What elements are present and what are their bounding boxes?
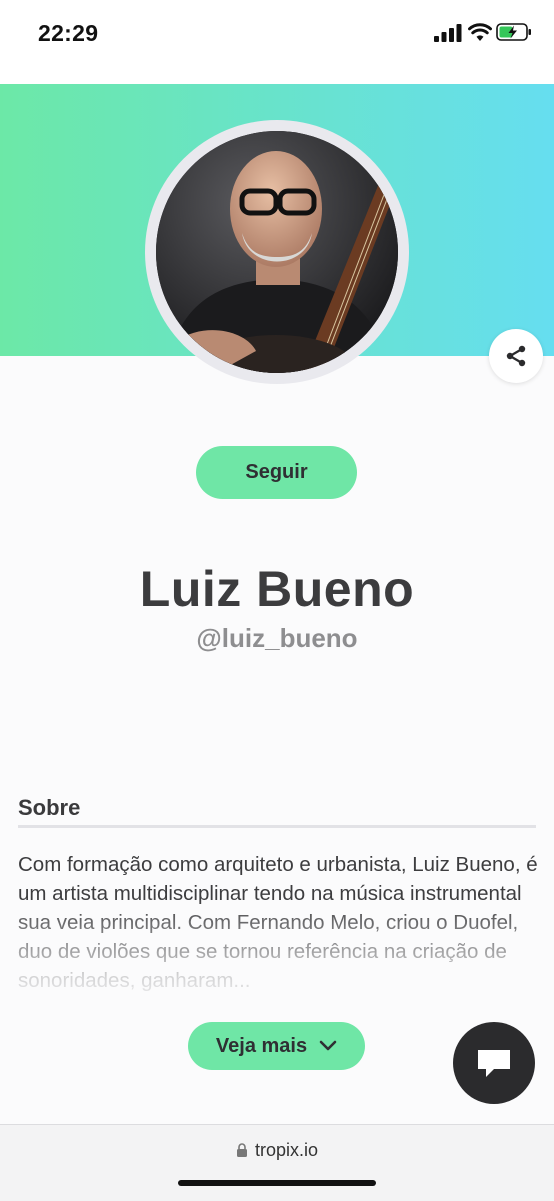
- section-divider: [18, 825, 536, 828]
- status-bar: 22:29: [0, 0, 554, 84]
- chat-button[interactable]: [453, 1022, 535, 1104]
- share-button[interactable]: [489, 329, 543, 383]
- see-more-label: Veja mais: [215, 1034, 308, 1057]
- avatar-photo: [156, 131, 398, 373]
- status-time: 22:29: [38, 20, 99, 46]
- browser-bottom-bar: [0, 1124, 554, 1201]
- url-text: tropix.io: [254, 1140, 319, 1160]
- chevron-down-icon: [319, 1040, 337, 1051]
- cellular-signal-icon: [434, 24, 462, 42]
- share-icon: [506, 345, 526, 367]
- about-title: Sobre: [18, 795, 81, 820]
- wifi-icon: [468, 23, 492, 41]
- profile-name: Luiz Bueno: [139, 561, 415, 617]
- home-indicator: [178, 1180, 376, 1186]
- follow-button[interactable]: Seguir: [196, 446, 357, 499]
- lock-icon: [236, 1143, 247, 1157]
- profile-handle: @luiz_bueno: [196, 623, 358, 653]
- about-text-container: Com formação como arquiteto e urbanista,…: [18, 850, 538, 1000]
- address-bar[interactable]: tropix.io: [0, 1140, 554, 1161]
- avatar-frame: [145, 120, 409, 384]
- about-text: Com formação como arquiteto e urbanista,…: [18, 853, 538, 992]
- battery-charging-icon: [496, 23, 531, 41]
- see-more-button[interactable]: Veja mais: [188, 1022, 365, 1070]
- chat-bubble-icon: [478, 1050, 510, 1077]
- avatar: [156, 131, 398, 373]
